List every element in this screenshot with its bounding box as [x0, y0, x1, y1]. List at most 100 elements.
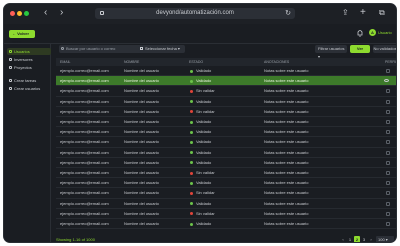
name-cell: Nombre del usuario	[124, 78, 159, 84]
name-cell: Nombre del usuario	[124, 221, 159, 226]
status-cell: Validado	[196, 221, 212, 226]
row-checkbox[interactable]	[386, 201, 390, 206]
name-cell: Nombre del usuario	[124, 190, 159, 196]
row-checkbox[interactable]	[386, 222, 390, 226]
chevron-right-icon[interactable]: ›	[60, 7, 63, 19]
name-cell: Nombre del usuario	[124, 108, 159, 114]
date-select[interactable]: Seleccionar fecha ▾	[139, 45, 183, 53]
email-cell: ejemplo.correo@email.com	[60, 88, 109, 94]
search-placeholder: Buscar por usuario o correo	[66, 46, 116, 51]
table-row[interactable]: ejemplo.correo@email.com Nombre del usuar…	[56, 178, 396, 189]
table-row[interactable]: ejemplo.correo@email.com Nombre del usuar…	[56, 66, 396, 77]
page-2-button[interactable]: 2	[354, 236, 360, 242]
status-cell: Validado	[196, 129, 212, 135]
row-checkbox[interactable]	[386, 181, 390, 186]
table-row[interactable]: ejemplo.correo@email.com Nombre del usuar…	[56, 199, 396, 209]
status-cell: Validado	[196, 180, 212, 186]
page-3-button[interactable]: 3	[361, 236, 367, 242]
address-bar[interactable]: devyond/automatización.com ↻	[95, 8, 295, 19]
sidebar-item-crear-tareas[interactable]: Crear tareas	[7, 77, 51, 84]
row-checkbox[interactable]	[386, 69, 390, 73]
status-cell: Sin validar	[196, 190, 215, 196]
bell-icon[interactable]	[357, 29, 363, 37]
table-row[interactable]: ejemplo.correo@email.com Nombre del usuar…	[56, 127, 396, 138]
column-header-notes[interactable]: ANOTACIONES	[264, 58, 289, 66]
column-header-profile[interactable]: PERFIL	[385, 58, 396, 66]
reload-icon[interactable]: ↻	[285, 8, 291, 19]
table-row[interactable]: ejemplo.correo@email.com Nombre del usuar…	[56, 148, 396, 158]
status-cell: Validado	[196, 159, 212, 165]
table-row[interactable]: ejemplo.correo@email.com Nombre del usuar…	[56, 188, 396, 199]
back-button[interactable]: ← Volver atrás	[9, 30, 35, 44]
table-row[interactable]: ejemplo.correo@email.com Nombre del usuar…	[56, 137, 396, 148]
sidebar-item-crear-usuarios[interactable]: Crear usuarios	[7, 85, 51, 92]
close-window-button[interactable]	[10, 11, 15, 16]
status-cell: Validado	[196, 119, 212, 124]
page-1-button[interactable]: 1	[347, 236, 353, 242]
not-validated-button[interactable]: No validados	[373, 45, 396, 53]
row-checkbox[interactable]	[386, 109, 390, 114]
table-row[interactable]: ejemplo.correo@email.com Nombre del usuar…	[56, 168, 396, 179]
main-content: Buscar por usuario o correo Seleccionar …	[51, 44, 396, 242]
table-row[interactable]: ejemplo.correo@email.com Nombre del usuar…	[56, 209, 396, 219]
name-cell: Nombre del usuario	[124, 129, 159, 135]
user-name[interactable]: Usuario	[378, 30, 392, 36]
name-cell: Nombre del usuario	[124, 139, 159, 145]
email-cell: ejemplo.correo@email.com	[60, 78, 109, 84]
email-cell: ejemplo.correo@email.com	[60, 190, 109, 196]
sidebar: Usuarios Inversores Proyectos Crear tare…	[4, 44, 51, 242]
notes-cell: Notas sobre este usuario	[264, 78, 309, 84]
status-cell: Validado	[196, 200, 212, 206]
row-checkbox[interactable]	[386, 191, 390, 196]
next-page-button[interactable]: ›	[368, 236, 374, 242]
page-size-select[interactable]: 100 ▾	[376, 236, 394, 242]
plus-icon[interactable]: +	[360, 7, 366, 19]
status-dot-icon	[190, 222, 193, 226]
row-checkbox[interactable]	[386, 160, 390, 165]
column-header-email[interactable]: EMAIL	[60, 58, 71, 66]
lock-icon	[100, 11, 104, 15]
table-row[interactable]: ejemplo.correo@email.com Nombre del usuar…	[56, 117, 396, 128]
filter-select[interactable]: Filtrar usuarios ▾	[315, 45, 347, 59]
row-checkbox[interactable]	[386, 89, 390, 94]
share-icon[interactable]: ⇪	[342, 7, 349, 19]
column-header-name[interactable]: NOMBRE	[124, 58, 139, 66]
notes-cell: Notas sobre este usuario	[264, 98, 309, 104]
row-checkbox[interactable]	[386, 99, 390, 104]
url-text: devyond/automatización.com	[156, 10, 234, 16]
avatar[interactable]: A	[369, 29, 376, 36]
sidebar-item-label: Inversores	[14, 57, 33, 62]
table-row[interactable]: ejemplo.correo@email.com Nombre del usuar…	[56, 97, 396, 107]
minimize-window-button[interactable]	[17, 11, 22, 16]
prev-page-button[interactable]: ‹	[340, 236, 346, 242]
maximize-window-button[interactable]	[24, 11, 29, 16]
status-dot-icon	[190, 202, 193, 206]
browser-chrome: ‹ › devyond/automatización.com ↻ ⇪ + ⧉	[4, 4, 396, 24]
status-dot-icon	[190, 191, 193, 195]
email-cell: ejemplo.correo@email.com	[60, 119, 109, 124]
row-checkbox[interactable]	[386, 211, 390, 216]
table-row[interactable]: ejemplo.correo@email.com Nombre del usuar…	[56, 219, 396, 230]
sidebar-item-label: Usuarios	[14, 49, 30, 54]
email-cell: ejemplo.correo@email.com	[60, 210, 109, 216]
status-cell: Sin validar	[196, 170, 215, 175]
row-checkbox[interactable]	[386, 171, 390, 175]
row-checkbox[interactable]	[386, 140, 390, 145]
tabs-icon[interactable]: ⧉	[379, 7, 385, 19]
table-row[interactable]: ejemplo.correo@email.com Nombre del usuar…	[56, 86, 396, 97]
valid-users-button[interactable]: Ver válidos	[350, 45, 370, 59]
eye-icon[interactable]	[384, 79, 389, 83]
table-row[interactable]: ejemplo.correo@email.com Nombre del usuar…	[56, 76, 396, 87]
row-checkbox[interactable]	[386, 150, 390, 155]
chevron-left-icon[interactable]: ‹	[44, 7, 47, 19]
sidebar-item-usuarios[interactable]: Usuarios	[7, 48, 51, 55]
table-row[interactable]: ejemplo.correo@email.com Nombre del usuar…	[56, 107, 396, 117]
column-header-status[interactable]: ESTADO	[189, 58, 203, 66]
sidebar-item-inversores[interactable]: Inversores	[7, 56, 51, 63]
name-cell: Nombre del usuario	[124, 88, 159, 94]
sidebar-item-proyectos[interactable]: Proyectos	[7, 64, 51, 71]
row-checkbox[interactable]	[386, 120, 390, 124]
table-row[interactable]: ejemplo.correo@email.com Nombre del usuar…	[56, 158, 396, 168]
status-dot-icon	[190, 161, 193, 165]
row-checkbox[interactable]	[386, 130, 390, 135]
